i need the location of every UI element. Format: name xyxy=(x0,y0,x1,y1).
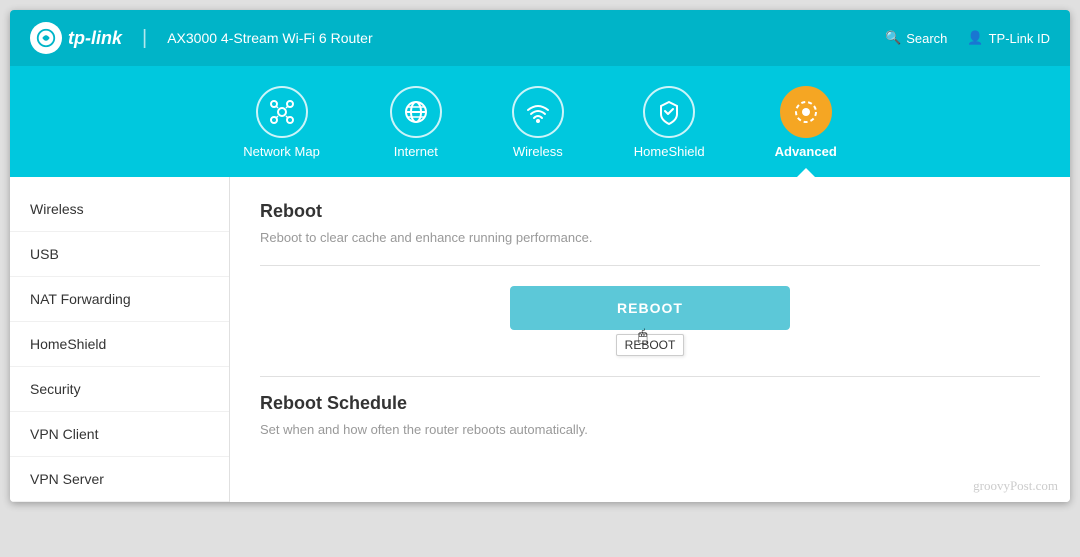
sidebar-item-homeshield[interactable]: HomeShield xyxy=(10,322,229,367)
sidebar: Wireless USB NAT Forwarding HomeShield S… xyxy=(10,177,230,502)
search-label: Search xyxy=(906,31,947,46)
nav-label-internet: Internet xyxy=(394,144,438,167)
advanced-icon-circle xyxy=(780,86,832,138)
homeshield-icon xyxy=(655,98,683,126)
internet-icon-circle xyxy=(390,86,442,138)
sidebar-item-usb[interactable]: USB xyxy=(10,232,229,277)
nav-item-homeshield[interactable]: HomeShield xyxy=(614,76,725,177)
tp-link-logo: tp-link xyxy=(30,22,122,54)
internet-icon xyxy=(402,98,430,126)
tp-link-logo-icon xyxy=(30,22,62,54)
account-button[interactable]: 👤 TP-Link ID xyxy=(967,30,1050,46)
wireless-icon-circle xyxy=(512,86,564,138)
search-icon: 🔍 xyxy=(885,30,901,46)
sidebar-item-vpn-client[interactable]: VPN Client xyxy=(10,412,229,457)
reboot-divider xyxy=(260,265,1040,266)
reboot-title: Reboot xyxy=(260,201,1040,222)
sidebar-item-vpn-server[interactable]: VPN Server xyxy=(10,457,229,502)
nav-label-homeshield: HomeShield xyxy=(634,144,705,167)
advanced-icon xyxy=(792,98,820,126)
header-divider: | xyxy=(142,27,147,50)
nav-label-wireless: Wireless xyxy=(513,144,563,167)
search-button[interactable]: 🔍 Search xyxy=(885,30,947,46)
header: tp-link | AX3000 4-Stream Wi-Fi 6 Router… xyxy=(10,10,1070,66)
account-label: TP-Link ID xyxy=(989,31,1050,46)
network-map-icon-circle xyxy=(256,86,308,138)
nav-label-advanced: Advanced xyxy=(775,144,837,167)
nav-item-network-map[interactable]: Network Map xyxy=(223,76,340,177)
schedule-title: Reboot Schedule xyxy=(260,393,1040,414)
nav-item-internet[interactable]: Internet xyxy=(370,76,462,177)
nav-label-network-map: Network Map xyxy=(243,144,320,167)
schedule-desc: Set when and how often the router reboot… xyxy=(260,422,1040,437)
reboot-btn-area: REBOOT 🖱 REBOOT xyxy=(260,286,1040,356)
reboot-button[interactable]: REBOOT xyxy=(510,286,790,330)
header-left: tp-link | AX3000 4-Stream Wi-Fi 6 Router xyxy=(30,22,373,54)
router-model: AX3000 4-Stream Wi-Fi 6 Router xyxy=(167,30,372,46)
network-map-icon xyxy=(268,98,296,126)
logo-text: tp-link xyxy=(68,28,122,49)
sidebar-item-security[interactable]: Security xyxy=(10,367,229,412)
main-content: Wireless USB NAT Forwarding HomeShield S… xyxy=(10,177,1070,502)
account-icon: 👤 xyxy=(967,30,983,46)
wireless-icon xyxy=(524,98,552,126)
sidebar-item-nat-forwarding[interactable]: NAT Forwarding xyxy=(10,277,229,322)
schedule-divider xyxy=(260,376,1040,377)
nav-item-wireless[interactable]: Wireless xyxy=(492,76,584,177)
homeshield-icon-circle xyxy=(643,86,695,138)
header-right: 🔍 Search 👤 TP-Link ID xyxy=(885,30,1050,46)
tp-link-svg-icon xyxy=(35,27,57,49)
watermark: groovyPost.com xyxy=(973,478,1058,494)
reboot-tooltip: REBOOT xyxy=(616,334,685,356)
reboot-desc: Reboot to clear cache and enhance runnin… xyxy=(260,230,1040,245)
nav-bar: Network Map Internet xyxy=(10,66,1070,177)
nav-item-advanced[interactable]: Advanced xyxy=(755,76,857,177)
sidebar-item-wireless[interactable]: Wireless xyxy=(10,187,229,232)
content-area: Reboot Reboot to clear cache and enhance… xyxy=(230,177,1070,502)
